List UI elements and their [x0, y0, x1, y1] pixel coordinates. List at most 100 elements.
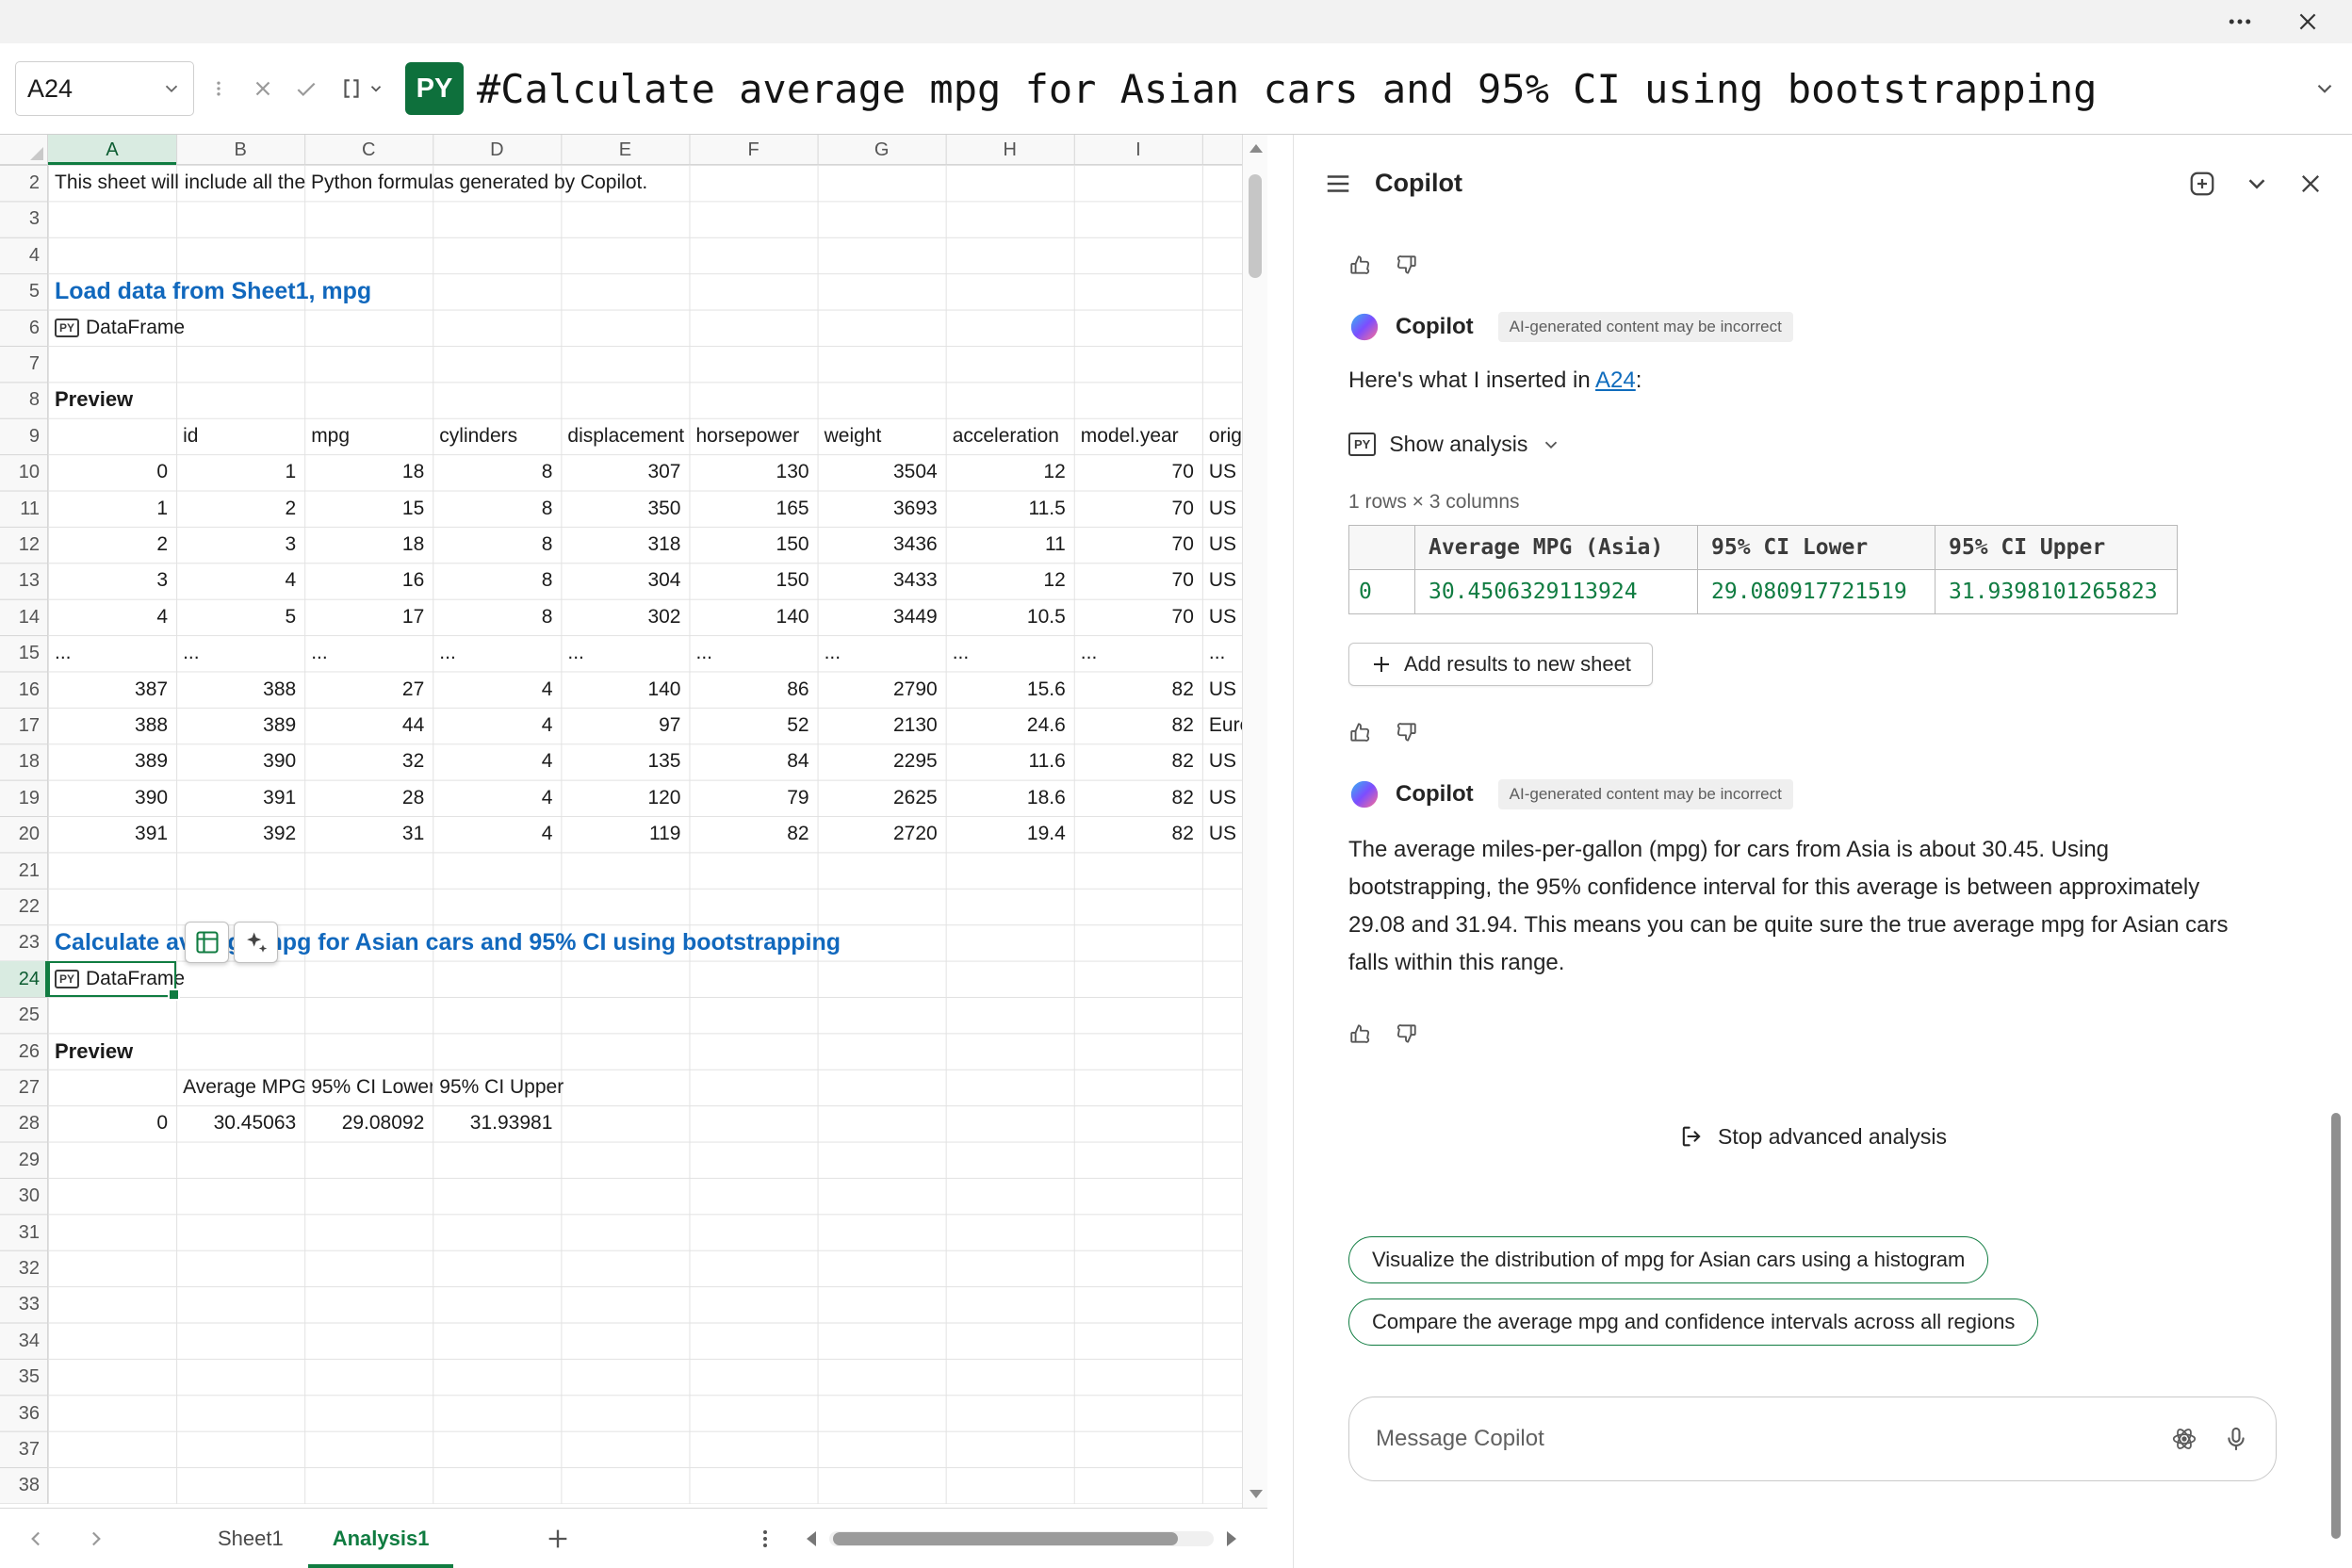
cell-I14[interactable]: 70: [1074, 599, 1202, 635]
collapse-pane-icon[interactable]: [2243, 170, 2271, 198]
cell-H13[interactable]: 12: [946, 563, 1074, 598]
row-header-21[interactable]: 21: [0, 853, 48, 889]
cell-F17[interactable]: 52: [690, 708, 818, 743]
cell-A6[interactable]: PYDataFrame: [48, 310, 185, 346]
row-header-20[interactable]: 20: [0, 816, 48, 852]
cell-A15[interactable]: ...: [48, 635, 72, 671]
row-header-22[interactable]: 22: [0, 889, 48, 924]
analyze-button[interactable]: [234, 922, 278, 963]
cell-J13[interactable]: US: [1202, 563, 1236, 598]
cell-G11[interactable]: 3693: [818, 491, 946, 527]
more-options-icon[interactable]: [2226, 8, 2254, 36]
cancel-icon[interactable]: [251, 76, 275, 101]
message-input[interactable]: [1376, 1426, 2146, 1452]
cell-A2[interactable]: This sheet will include all the Python f…: [48, 165, 647, 201]
column-header-A[interactable]: A: [48, 135, 176, 165]
row-header-14[interactable]: 14: [0, 599, 48, 635]
name-box-divider-icon[interactable]: [209, 75, 228, 102]
cell-G10[interactable]: 3504: [818, 454, 946, 490]
row-header-15[interactable]: 15: [0, 635, 48, 671]
cell-J20[interactable]: US: [1202, 816, 1236, 852]
row-header-32[interactable]: 32: [0, 1250, 48, 1286]
cell-B18[interactable]: 390: [176, 743, 304, 779]
horizontal-scrollbar[interactable]: [807, 1509, 1236, 1568]
cell-C12[interactable]: 18: [304, 527, 433, 563]
select-all-corner[interactable]: [0, 135, 48, 165]
cell-H17[interactable]: 24.6: [946, 708, 1074, 743]
cell-F12[interactable]: 150: [690, 527, 818, 563]
cell-A12[interactable]: 2: [48, 527, 176, 563]
cell-B17[interactable]: 389: [176, 708, 304, 743]
cell-G15[interactable]: ...: [818, 635, 841, 671]
row-header-2[interactable]: 2: [0, 165, 48, 201]
cell-C27[interactable]: 95% CI Lower: [304, 1070, 433, 1105]
cell-E10[interactable]: 307: [561, 454, 689, 490]
row-header-28[interactable]: 28: [0, 1105, 48, 1141]
column-header-I[interactable]: I: [1074, 135, 1202, 165]
row-header-29[interactable]: 29: [0, 1142, 48, 1178]
cell-C15[interactable]: ...: [304, 635, 328, 671]
row-header-37[interactable]: 37: [0, 1431, 48, 1467]
cell-H19[interactable]: 18.6: [946, 780, 1074, 816]
cell-E11[interactable]: 350: [561, 491, 689, 527]
cell-E14[interactable]: 302: [561, 599, 689, 635]
cell-A10[interactable]: 0: [48, 454, 176, 490]
cell-I13[interactable]: 70: [1074, 563, 1202, 598]
cell-H11[interactable]: 11.5: [946, 491, 1074, 527]
cell-C19[interactable]: 28: [304, 780, 433, 816]
cell-C10[interactable]: 18: [304, 454, 433, 490]
suggestion-pill-2[interactable]: Compare the average mpg and confidence i…: [1348, 1298, 2038, 1346]
row-header-6[interactable]: 6: [0, 310, 48, 346]
cell-E16[interactable]: 140: [561, 672, 689, 708]
column-header-B[interactable]: B: [176, 135, 304, 165]
cell-H10[interactable]: 12: [946, 454, 1074, 490]
column-header-E[interactable]: E: [561, 135, 689, 165]
prev-sheet-icon[interactable]: [24, 1527, 49, 1551]
cell-D11[interactable]: 8: [433, 491, 561, 527]
next-sheet-icon[interactable]: [83, 1527, 107, 1551]
close-window-icon[interactable]: [2295, 9, 2320, 34]
cell-D27[interactable]: 95% CI Upper: [433, 1070, 564, 1105]
close-pane-icon[interactable]: [2297, 171, 2324, 197]
cell-F19[interactable]: 79: [690, 780, 818, 816]
cell-E20[interactable]: 119: [561, 816, 689, 852]
cell-A20[interactable]: 391: [48, 816, 176, 852]
cell-D20[interactable]: 4: [433, 816, 561, 852]
cell-B27[interactable]: Average MPG (Asia): [176, 1070, 304, 1105]
cell-I15[interactable]: ...: [1074, 635, 1098, 671]
cell-I16[interactable]: 82: [1074, 672, 1202, 708]
cell-E9[interactable]: displacement: [561, 418, 689, 454]
microphone-icon[interactable]: [2223, 1426, 2249, 1452]
pane-scrollbar-thumb[interactable]: [2331, 1113, 2341, 1539]
cell-F15[interactable]: ...: [690, 635, 713, 671]
column-header-F[interactable]: F: [690, 135, 818, 165]
python-output-type-selector[interactable]: [339, 76, 384, 101]
scroll-down-icon[interactable]: [1250, 1490, 1263, 1498]
cell-D12[interactable]: 8: [433, 527, 561, 563]
cell-I17[interactable]: 82: [1074, 708, 1202, 743]
cell-F9[interactable]: horsepower: [690, 418, 818, 454]
cell-C20[interactable]: 31: [304, 816, 433, 852]
cell-G20[interactable]: 2720: [818, 816, 946, 852]
cell-G13[interactable]: 3433: [818, 563, 946, 598]
cell-A28[interactable]: 0: [48, 1105, 176, 1141]
insert-data-button[interactable]: [185, 922, 229, 963]
row-header-9[interactable]: 9: [0, 418, 48, 454]
row-header-27[interactable]: 27: [0, 1070, 48, 1105]
cell-F10[interactable]: 130: [690, 454, 818, 490]
cell-C14[interactable]: 17: [304, 599, 433, 635]
horizontal-scrollbar-thumb[interactable]: [833, 1532, 1178, 1545]
sheet-tab-sheet1[interactable]: Sheet1: [193, 1509, 308, 1568]
row-header-3[interactable]: 3: [0, 201, 48, 237]
row-header-34[interactable]: 34: [0, 1323, 48, 1359]
row-header-10[interactable]: 10: [0, 454, 48, 490]
scroll-left-icon[interactable]: [807, 1531, 816, 1546]
cell-A17[interactable]: 388: [48, 708, 176, 743]
thumbs-up-icon[interactable]: [1348, 1021, 1373, 1046]
thumbs-down-icon[interactable]: [1394, 720, 1418, 744]
cell-I11[interactable]: 70: [1074, 491, 1202, 527]
cell-A26[interactable]: Preview: [48, 1034, 133, 1070]
name-box[interactable]: A24: [15, 61, 194, 116]
row-header-31[interactable]: 31: [0, 1215, 48, 1250]
row-header-16[interactable]: 16: [0, 672, 48, 708]
